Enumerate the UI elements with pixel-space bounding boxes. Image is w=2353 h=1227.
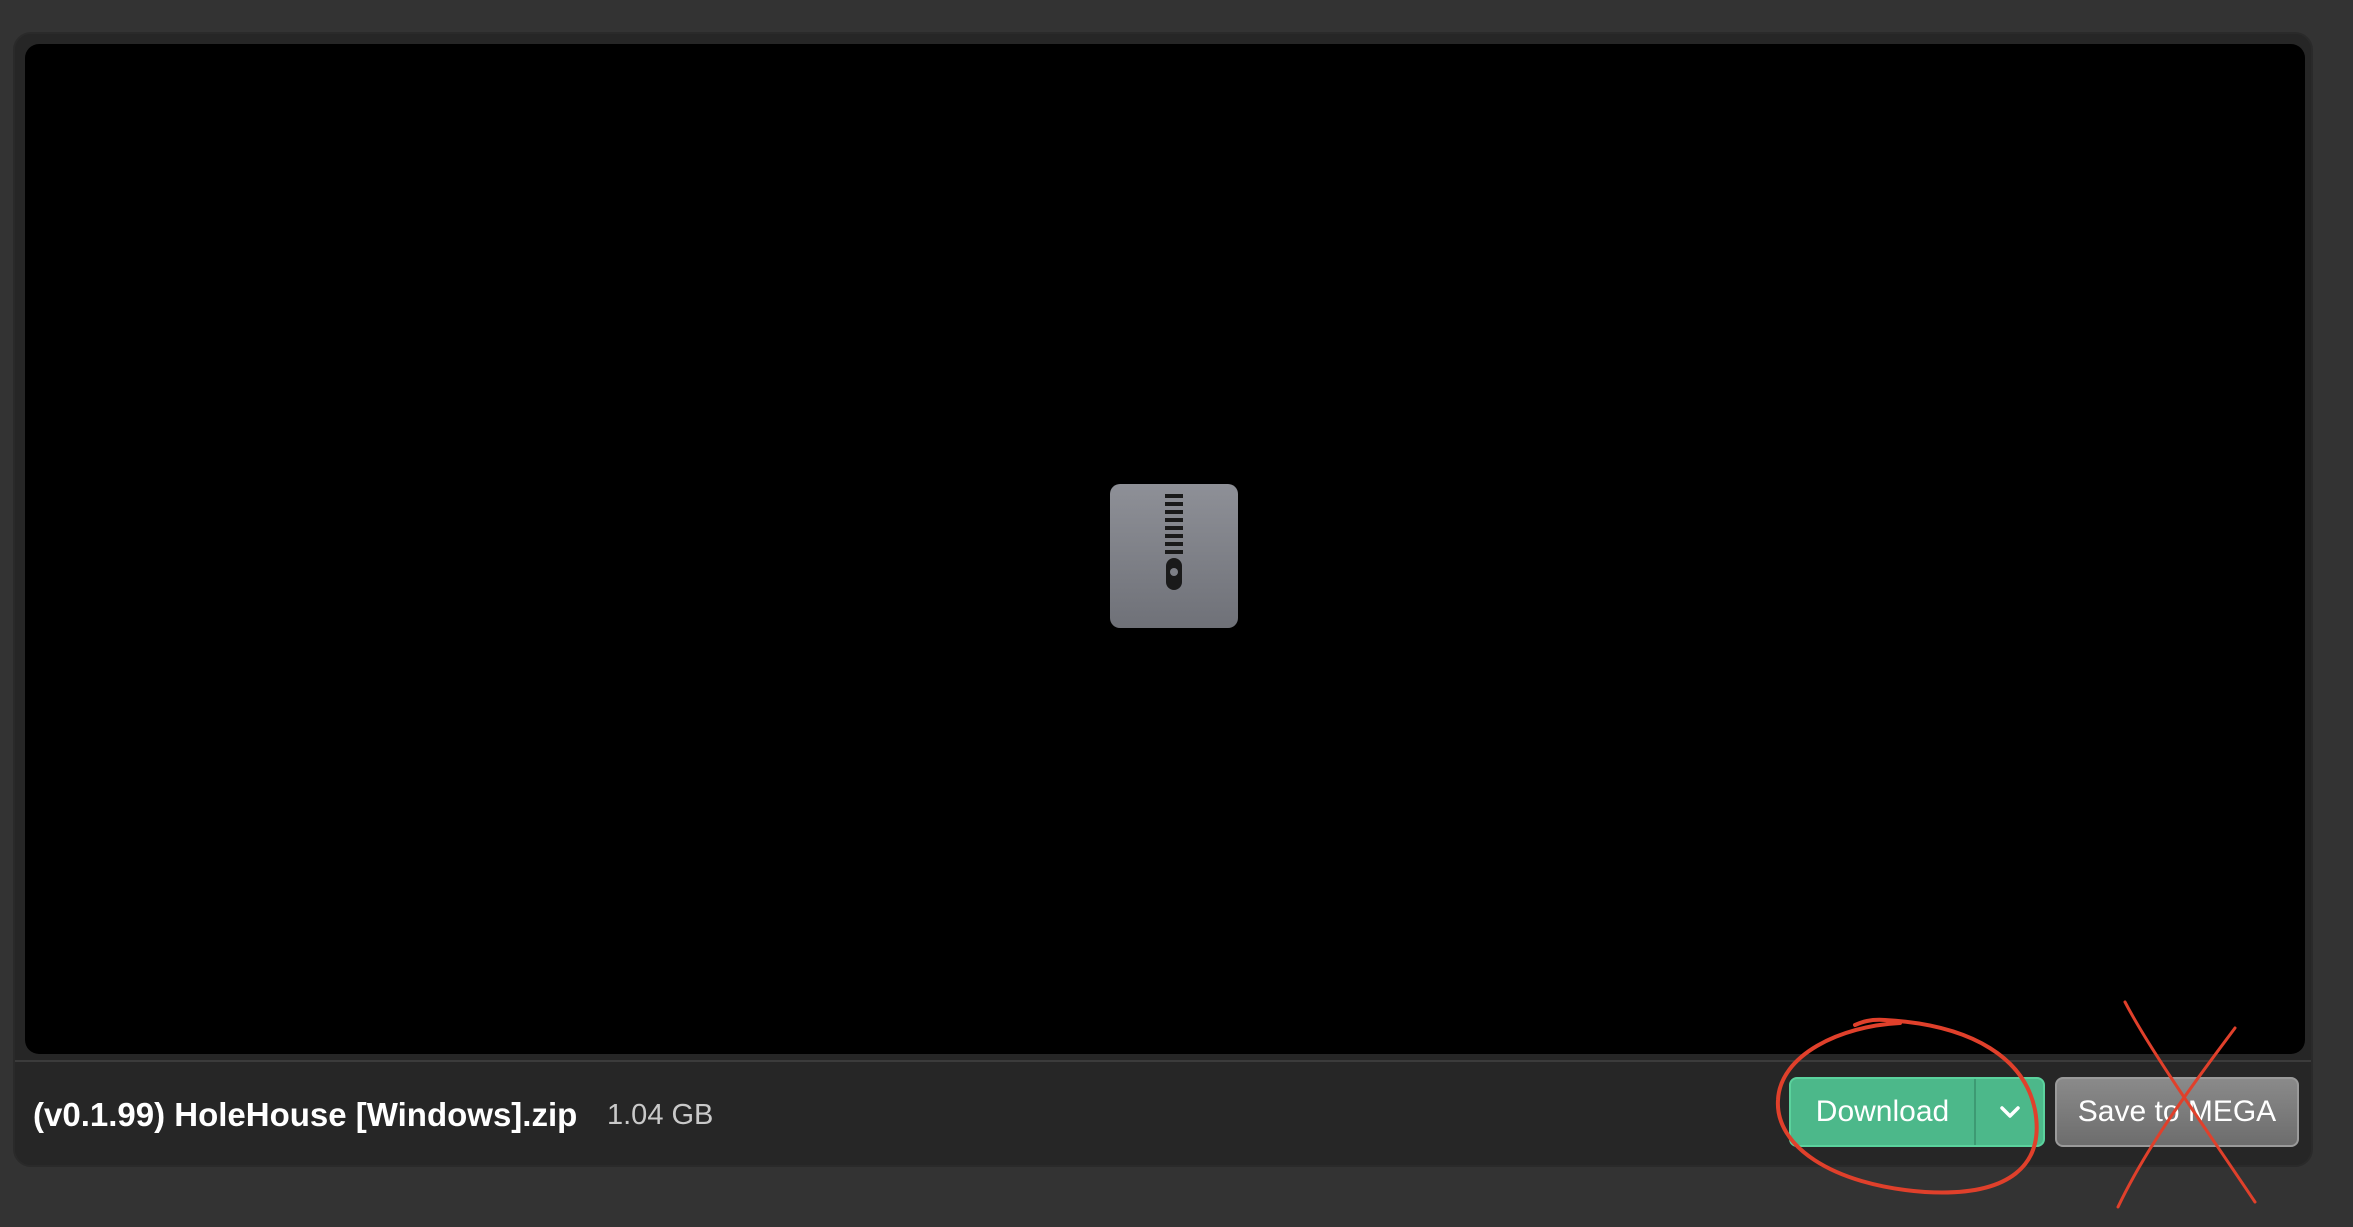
file-preview-card: (v0.1.99) HoleHouse [Windows].zip 1.04 G… xyxy=(13,32,2313,1167)
download-options-button[interactable] xyxy=(1976,1079,2043,1145)
file-size: 1.04 GB xyxy=(607,1099,714,1131)
save-to-mega-button[interactable]: Save to MEGA xyxy=(2055,1077,2299,1147)
download-split-button: Download xyxy=(1789,1077,2045,1147)
zip-archive-icon xyxy=(1110,484,1238,628)
file-info-bar: (v0.1.99) HoleHouse [Windows].zip 1.04 G… xyxy=(15,1062,2311,1167)
preview-area xyxy=(25,44,2305,1054)
chevron-down-icon xyxy=(1999,1106,2020,1118)
download-button[interactable]: Download xyxy=(1791,1079,1974,1145)
file-name: (v0.1.99) HoleHouse [Windows].zip xyxy=(33,1096,578,1133)
